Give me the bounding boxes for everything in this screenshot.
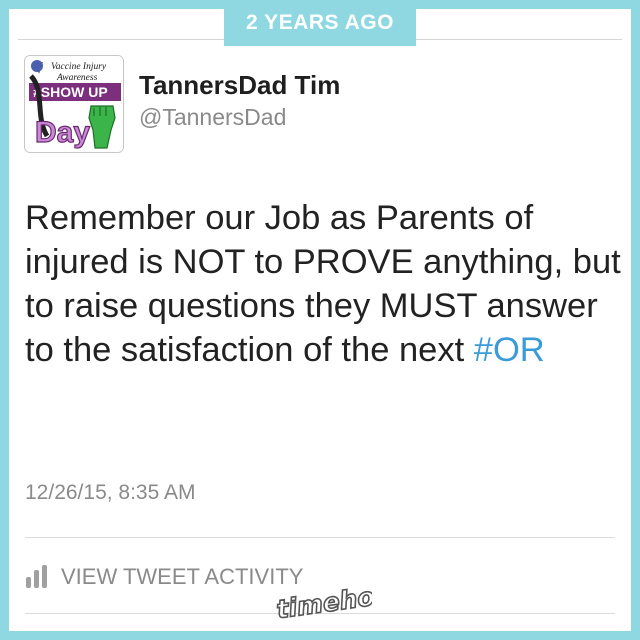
tweet-timestamp: 12/26/15, 8:35 AM (25, 481, 196, 504)
user-name[interactable]: TannersDad Tim (139, 70, 340, 101)
timehop-watermark: timehop (272, 579, 395, 627)
avatar[interactable]: Vaccine Injury Awareness #SHOW UP Day (24, 55, 124, 153)
divider-upper (25, 537, 615, 538)
avatar-line4: Day (35, 116, 90, 149)
avatar-line3: #SHOW UP (33, 84, 108, 100)
age-badge-label: 2 YEARS AGO (246, 11, 394, 34)
avatar-line1: Vaccine Injury (51, 62, 107, 72)
age-badge: 2 YEARS AGO (224, 0, 416, 46)
timehop-watermark-text: timehop (275, 582, 372, 622)
view-tweet-activity-label: VIEW TWEET ACTIVITY (61, 564, 304, 589)
user-handle[interactable]: @TannersDad (139, 104, 286, 131)
avatar-image: Vaccine Injury Awareness #SHOW UP Day (25, 56, 123, 152)
bar-chart-icon (25, 564, 49, 590)
avatar-line2: Awareness (56, 73, 98, 83)
tweet-text: Remember our Job as Parents of injured i… (25, 196, 625, 372)
hashtag-link[interactable]: #OR (474, 331, 545, 369)
view-tweet-activity-button[interactable]: VIEW TWEET ACTIVITY (25, 560, 303, 594)
